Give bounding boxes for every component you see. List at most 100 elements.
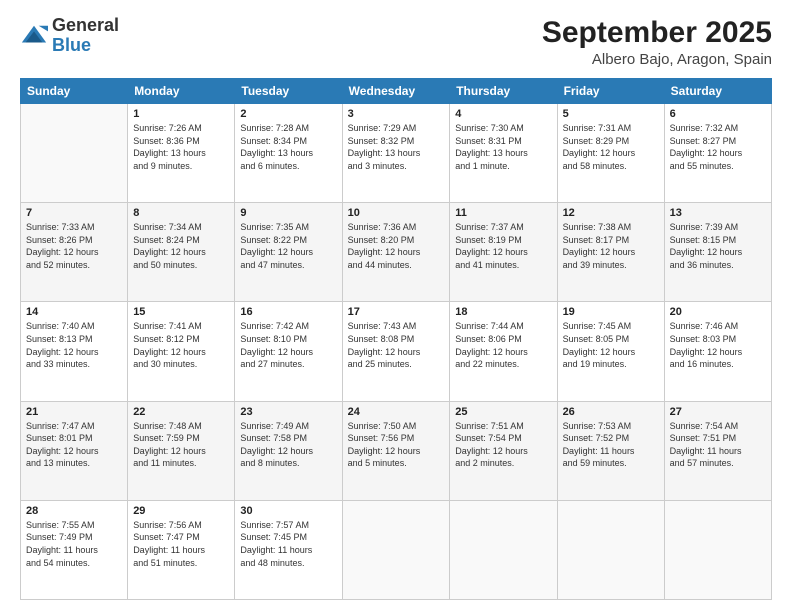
calendar-cell: 9Sunrise: 7:35 AM Sunset: 8:22 PM Daylig…	[235, 203, 342, 302]
calendar: SundayMondayTuesdayWednesdayThursdayFrid…	[20, 78, 772, 600]
day-number: 12	[563, 207, 659, 219]
location-title: Albero Bajo, Aragon, Spain	[542, 51, 772, 68]
calendar-header-row: SundayMondayTuesdayWednesdayThursdayFrid…	[21, 79, 772, 104]
day-number: 16	[240, 306, 336, 318]
day-info: Sunrise: 7:40 AM Sunset: 8:13 PM Dayligh…	[26, 320, 122, 370]
calendar-day-header: Sunday	[21, 79, 128, 104]
calendar-day-header: Tuesday	[235, 79, 342, 104]
calendar-cell: 7Sunrise: 7:33 AM Sunset: 8:26 PM Daylig…	[21, 203, 128, 302]
calendar-week-row: 14 Sunrise: 7:40 AM Sunset: 8:13 PM Dayli…	[21, 302, 772, 401]
logo-icon	[20, 22, 48, 50]
calendar-day-header: Friday	[557, 79, 664, 104]
calendar-cell: 26Sunrise: 7:53 AM Sunset: 7:52 PM Dayli…	[557, 401, 664, 500]
calendar-cell: 20 Sunrise: 7:46 AM Sunset: 8:03 PM Dayli…	[664, 302, 771, 401]
day-info: Sunrise: 7:32 AM Sunset: 8:27 PM Dayligh…	[670, 122, 766, 172]
day-number: 7	[26, 207, 122, 219]
day-number: 20	[670, 306, 766, 318]
day-info: Sunrise: 7:29 AM Sunset: 8:32 PM Dayligh…	[348, 122, 445, 172]
calendar-week-row: 1Sunrise: 7:26 AM Sunset: 8:36 PM Daylig…	[21, 104, 772, 203]
calendar-cell	[664, 500, 771, 599]
day-number: 8	[133, 207, 229, 219]
day-info: Sunrise: 7:45 AM Sunset: 8:05 PM Dayligh…	[563, 320, 659, 370]
logo: General Blue	[20, 16, 119, 56]
day-number: 30	[240, 505, 336, 517]
day-number: 21	[26, 406, 122, 418]
calendar-cell: 4 Sunrise: 7:30 AM Sunset: 8:31 PM Daylig…	[450, 104, 557, 203]
calendar-cell: 25Sunrise: 7:51 AM Sunset: 7:54 PM Dayli…	[450, 401, 557, 500]
day-info: Sunrise: 7:36 AM Sunset: 8:20 PM Dayligh…	[348, 221, 445, 271]
day-info: Sunrise: 7:41 AM Sunset: 8:12 PM Dayligh…	[133, 320, 229, 370]
day-info: Sunrise: 7:48 AM Sunset: 7:59 PM Dayligh…	[133, 420, 229, 470]
day-info: Sunrise: 7:56 AM Sunset: 7:47 PM Dayligh…	[133, 519, 229, 569]
day-number: 4	[455, 108, 551, 120]
calendar-cell: 3 Sunrise: 7:29 AM Sunset: 8:32 PM Daylig…	[342, 104, 450, 203]
logo-blue: Blue	[52, 35, 91, 55]
day-number: 29	[133, 505, 229, 517]
logo-text: General Blue	[52, 16, 119, 56]
calendar-cell: 6 Sunrise: 7:32 AM Sunset: 8:27 PM Daylig…	[664, 104, 771, 203]
calendar-cell: 17 Sunrise: 7:43 AM Sunset: 8:08 PM Dayli…	[342, 302, 450, 401]
day-info: Sunrise: 7:37 AM Sunset: 8:19 PM Dayligh…	[455, 221, 551, 271]
calendar-cell: 27Sunrise: 7:54 AM Sunset: 7:51 PM Dayli…	[664, 401, 771, 500]
calendar-cell: 8 Sunrise: 7:34 AM Sunset: 8:24 PM Daylig…	[128, 203, 235, 302]
calendar-cell: 18 Sunrise: 7:44 AM Sunset: 8:06 PM Dayli…	[450, 302, 557, 401]
day-number: 25	[455, 406, 551, 418]
day-info: Sunrise: 7:31 AM Sunset: 8:29 PM Dayligh…	[563, 122, 659, 172]
day-info: Sunrise: 7:57 AM Sunset: 7:45 PM Dayligh…	[240, 519, 336, 569]
day-info: Sunrise: 7:46 AM Sunset: 8:03 PM Dayligh…	[670, 320, 766, 370]
day-number: 6	[670, 108, 766, 120]
logo-general: General	[52, 15, 119, 35]
day-info: Sunrise: 7:34 AM Sunset: 8:24 PM Dayligh…	[133, 221, 229, 271]
calendar-cell	[557, 500, 664, 599]
calendar-cell: 19 Sunrise: 7:45 AM Sunset: 8:05 PM Dayli…	[557, 302, 664, 401]
day-info: Sunrise: 7:28 AM Sunset: 8:34 PM Dayligh…	[240, 122, 336, 172]
calendar-cell: 14 Sunrise: 7:40 AM Sunset: 8:13 PM Dayli…	[21, 302, 128, 401]
calendar-cell: 12Sunrise: 7:38 AM Sunset: 8:17 PM Dayli…	[557, 203, 664, 302]
day-number: 3	[348, 108, 445, 120]
calendar-day-header: Thursday	[450, 79, 557, 104]
day-number: 11	[455, 207, 551, 219]
day-number: 1	[133, 108, 229, 120]
calendar-cell: 11 Sunrise: 7:37 AM Sunset: 8:19 PM Dayli…	[450, 203, 557, 302]
calendar-cell: 5 Sunrise: 7:31 AM Sunset: 8:29 PM Daylig…	[557, 104, 664, 203]
calendar-cell: 22Sunrise: 7:48 AM Sunset: 7:59 PM Dayli…	[128, 401, 235, 500]
day-info: Sunrise: 7:43 AM Sunset: 8:08 PM Dayligh…	[348, 320, 445, 370]
calendar-cell: 21Sunrise: 7:47 AM Sunset: 8:01 PM Dayli…	[21, 401, 128, 500]
calendar-cell: 23 Sunrise: 7:49 AM Sunset: 7:58 PM Dayli…	[235, 401, 342, 500]
day-info: Sunrise: 7:54 AM Sunset: 7:51 PM Dayligh…	[670, 420, 766, 470]
day-number: 14	[26, 306, 122, 318]
calendar-day-header: Wednesday	[342, 79, 450, 104]
calendar-cell	[450, 500, 557, 599]
title-block: September 2025 Albero Bajo, Aragon, Spai…	[542, 16, 772, 68]
day-number: 9	[240, 207, 336, 219]
calendar-week-row: 21Sunrise: 7:47 AM Sunset: 8:01 PM Dayli…	[21, 401, 772, 500]
calendar-cell	[21, 104, 128, 203]
day-number: 17	[348, 306, 445, 318]
calendar-cell: 16 Sunrise: 7:42 AM Sunset: 8:10 PM Dayli…	[235, 302, 342, 401]
calendar-cell: 10Sunrise: 7:36 AM Sunset: 8:20 PM Dayli…	[342, 203, 450, 302]
calendar-cell: 1Sunrise: 7:26 AM Sunset: 8:36 PM Daylig…	[128, 104, 235, 203]
day-number: 28	[26, 505, 122, 517]
calendar-cell: 15 Sunrise: 7:41 AM Sunset: 8:12 PM Dayli…	[128, 302, 235, 401]
month-title: September 2025	[542, 16, 772, 49]
day-info: Sunrise: 7:53 AM Sunset: 7:52 PM Dayligh…	[563, 420, 659, 470]
day-number: 18	[455, 306, 551, 318]
calendar-week-row: 28Sunrise: 7:55 AM Sunset: 7:49 PM Dayli…	[21, 500, 772, 599]
day-info: Sunrise: 7:44 AM Sunset: 8:06 PM Dayligh…	[455, 320, 551, 370]
day-info: Sunrise: 7:42 AM Sunset: 8:10 PM Dayligh…	[240, 320, 336, 370]
calendar-cell: 24Sunrise: 7:50 AM Sunset: 7:56 PM Dayli…	[342, 401, 450, 500]
day-info: Sunrise: 7:30 AM Sunset: 8:31 PM Dayligh…	[455, 122, 551, 172]
calendar-day-header: Saturday	[664, 79, 771, 104]
calendar-cell: 30 Sunrise: 7:57 AM Sunset: 7:45 PM Dayli…	[235, 500, 342, 599]
day-number: 23	[240, 406, 336, 418]
page: General Blue September 2025 Albero Bajo,…	[0, 0, 792, 612]
day-number: 19	[563, 306, 659, 318]
calendar-cell: 28Sunrise: 7:55 AM Sunset: 7:49 PM Dayli…	[21, 500, 128, 599]
calendar-week-row: 7Sunrise: 7:33 AM Sunset: 8:26 PM Daylig…	[21, 203, 772, 302]
calendar-cell	[342, 500, 450, 599]
calendar-day-header: Monday	[128, 79, 235, 104]
day-number: 24	[348, 406, 445, 418]
day-number: 5	[563, 108, 659, 120]
day-info: Sunrise: 7:49 AM Sunset: 7:58 PM Dayligh…	[240, 420, 336, 470]
day-number: 15	[133, 306, 229, 318]
